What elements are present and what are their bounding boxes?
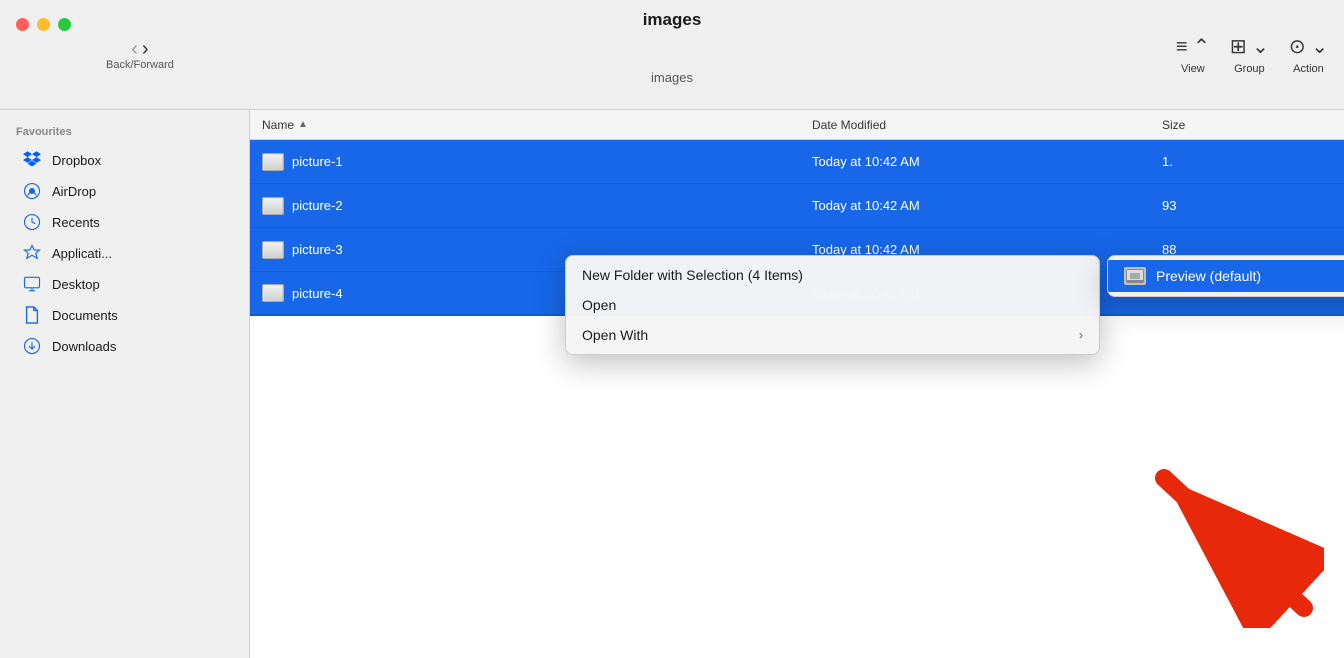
view-icon: ≡ ⌃ — [1176, 34, 1210, 59]
applications-icon — [22, 243, 42, 263]
window-title: images — [643, 10, 702, 30]
dropbox-icon — [22, 150, 42, 170]
sidebar: Favourites Dropbox AirDrop Recents Appli… — [0, 110, 250, 658]
sidebar-item-label-applications: Applicati... — [52, 246, 112, 261]
column-headers: Name ▲ Date Modified Size — [250, 110, 1344, 140]
view-button[interactable]: ≡ ⌃ View — [1176, 34, 1210, 75]
toolbar-right: ≡ ⌃ View ⊞ ⌄ Group ⊙ ⌄ Action — [1176, 34, 1328, 75]
back-arrow-icon[interactable]: ‹ — [131, 39, 138, 59]
file-icon-1 — [262, 153, 284, 171]
desktop-icon — [22, 274, 42, 294]
recents-icon — [22, 212, 42, 232]
sidebar-item-dropbox[interactable]: Dropbox — [6, 145, 243, 175]
sidebar-item-label-airdrop: AirDrop — [52, 184, 96, 199]
title-center: images images — [643, 10, 702, 85]
context-menu-new-folder[interactable]: New Folder with Selection (4 Items) — [566, 260, 1099, 290]
airdrop-icon — [22, 181, 42, 201]
forward-arrow-icon[interactable]: › — [142, 39, 149, 59]
sidebar-item-downloads[interactable]: Downloads — [6, 331, 243, 361]
file-size-1: 1. — [1162, 154, 1332, 169]
group-icon: ⊞ ⌄ — [1230, 34, 1269, 59]
file-date-2: Today at 10:42 AM — [812, 198, 1162, 213]
back-forward-label: Back/Forward — [106, 59, 174, 71]
sort-arrow-icon: ▲ — [298, 119, 308, 130]
chevron-right-icon: › — [1079, 328, 1083, 342]
documents-icon — [22, 305, 42, 325]
sidebar-item-label-desktop: Desktop — [52, 277, 100, 292]
action-button[interactable]: ⊙ ⌄ Action — [1289, 34, 1328, 75]
sidebar-item-recents[interactable]: Recents — [6, 207, 243, 237]
file-icon-4 — [262, 284, 284, 302]
file-size-2: 93 — [1162, 198, 1332, 213]
context-menu: New Folder with Selection (4 Items) Open… — [565, 255, 1100, 355]
context-menu-open-with[interactable]: Open With › — [566, 320, 1099, 350]
sidebar-item-label-documents: Documents — [52, 308, 118, 323]
file-icon-2 — [262, 197, 284, 215]
action-label: Action — [1293, 63, 1324, 75]
context-menu-open[interactable]: Open — [566, 290, 1099, 320]
sidebar-item-desktop[interactable]: Desktop — [6, 269, 243, 299]
file-name-1: picture-1 — [262, 153, 812, 171]
submenu-item-preview[interactable]: Preview (default) — [1108, 260, 1344, 292]
main-area: Favourites Dropbox AirDrop Recents Appli… — [0, 110, 1344, 658]
column-header-date[interactable]: Date Modified — [812, 118, 1162, 132]
submenu: Preview (default) — [1107, 255, 1344, 297]
file-date-1: Today at 10:42 AM — [812, 154, 1162, 169]
file-icon-3 — [262, 241, 284, 259]
table-row[interactable]: picture-1 Today at 10:42 AM 1. — [250, 140, 1344, 184]
title-bar: ‹ › Back/Forward images images ≡ ⌃ View … — [0, 0, 1344, 110]
file-name-2: picture-2 — [262, 197, 812, 215]
action-icon: ⊙ ⌄ — [1289, 34, 1328, 59]
view-label: View — [1181, 63, 1205, 75]
sidebar-item-label-downloads: Downloads — [52, 339, 116, 354]
window-subtitle: images — [651, 70, 693, 85]
sidebar-item-documents[interactable]: Documents — [6, 300, 243, 330]
preview-app-icon — [1124, 267, 1146, 285]
minimize-button[interactable] — [37, 18, 50, 31]
window-controls — [16, 18, 71, 31]
table-row[interactable]: picture-2 Today at 10:42 AM 93 — [250, 184, 1344, 228]
file-area: Name ▲ Date Modified Size picture-1 Toda… — [250, 110, 1344, 658]
sidebar-item-label-dropbox: Dropbox — [52, 153, 101, 168]
close-button[interactable] — [16, 18, 29, 31]
group-button[interactable]: ⊞ ⌄ Group — [1230, 34, 1269, 75]
sidebar-section-title: Favourites — [0, 122, 249, 144]
column-header-size[interactable]: Size — [1162, 118, 1332, 132]
sidebar-item-applications[interactable]: Applicati... — [6, 238, 243, 268]
downloads-icon — [22, 336, 42, 356]
maximize-button[interactable] — [58, 18, 71, 31]
sidebar-item-label-recents: Recents — [52, 215, 100, 230]
group-label: Group — [1234, 63, 1265, 75]
sidebar-item-airdrop[interactable]: AirDrop — [6, 176, 243, 206]
back-forward-buttons[interactable]: ‹ › — [131, 39, 148, 59]
column-header-name[interactable]: Name ▲ — [262, 118, 812, 132]
